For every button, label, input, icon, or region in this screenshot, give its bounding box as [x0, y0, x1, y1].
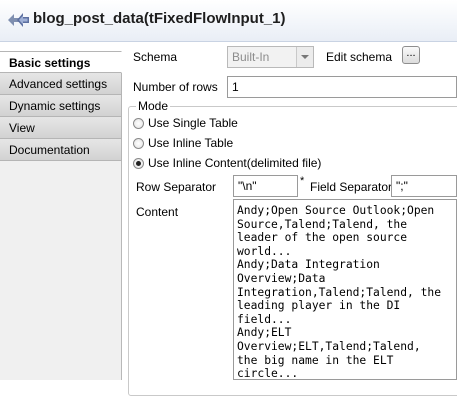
radio-inline-table-label[interactable]: Use Inline Table: [148, 136, 233, 150]
tab-view[interactable]: View: [0, 117, 122, 139]
radio-single-table[interactable]: [133, 118, 144, 129]
field-separator-label: Field Separator: [310, 180, 393, 194]
radio-single-table-label[interactable]: Use Single Table: [148, 116, 238, 130]
rows-input[interactable]: 1: [227, 76, 457, 98]
tab-documentation[interactable]: Documentation: [0, 139, 122, 161]
component-arrow-icon: [8, 13, 29, 27]
field-separator-input[interactable]: ";": [391, 175, 457, 197]
required-mark: *: [300, 175, 305, 187]
content-textarea[interactable]: Andy;Open Source Outlook;Open Source,Tal…: [233, 199, 457, 380]
schema-select[interactable]: Built-In: [227, 46, 314, 68]
rows-label: Number of rows: [133, 80, 218, 94]
mode-legend: Mode: [136, 99, 171, 113]
title-bar: blog_post_data(tFixedFlowInput_1): [0, 0, 457, 42]
content-label: Content: [136, 205, 179, 219]
tab-advanced-settings[interactable]: Advanced settings: [0, 73, 122, 95]
schema-label: Schema: [133, 50, 178, 64]
edit-schema-button[interactable]: ...: [402, 46, 420, 64]
radio-inline-content-label[interactable]: Use Inline Content(delimited file): [148, 156, 321, 170]
chevron-down-icon[interactable]: [296, 47, 313, 67]
row-separator-label: Row Separator: [136, 180, 217, 194]
radio-inline-content[interactable]: [133, 158, 144, 169]
radio-inline-table[interactable]: [133, 138, 144, 149]
tab-basic-settings[interactable]: Basic settings: [0, 51, 122, 73]
tab-dynamic-settings[interactable]: Dynamic settings: [0, 95, 122, 117]
edit-schema-label: Edit schema: [326, 50, 393, 64]
settings-nav: Basic settings Advanced settings Dynamic…: [0, 51, 122, 380]
window-title: blog_post_data(tFixedFlowInput_1): [33, 10, 286, 27]
schema-select-value: Built-In: [232, 50, 270, 64]
row-separator-input[interactable]: "\n": [233, 175, 298, 197]
